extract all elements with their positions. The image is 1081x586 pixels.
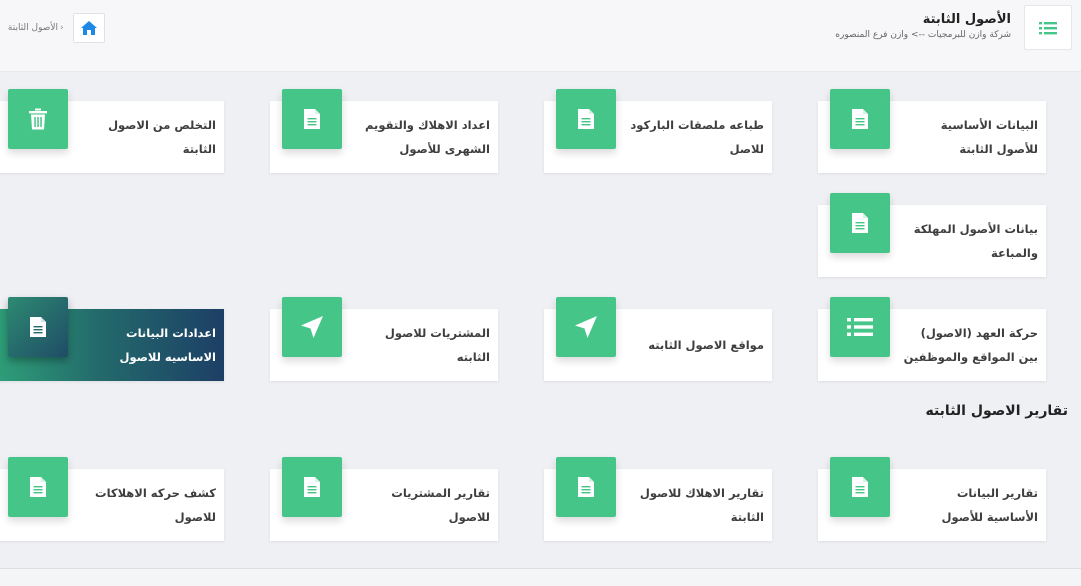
card-custody-movement[interactable]: حركة العهد (الاصول) بين المواقع والموظفي…	[818, 297, 1046, 381]
page-title: الأصول الثابتة	[922, 12, 1011, 27]
card-icon-box	[282, 457, 342, 517]
location-arrow-icon	[575, 316, 597, 338]
card-depreciated-sold-assets[interactable]: بيانات الأصول المهلكة والمباعة	[818, 193, 1046, 277]
breadcrumb-current: الأصول الثابتة	[7, 23, 58, 33]
card-icon-box	[556, 457, 616, 517]
card-label: التخلص من الاصول الثابتة	[108, 118, 216, 156]
document-icon	[578, 477, 594, 497]
card-label: البيانات الأساسية للأصول الثابتة	[940, 118, 1038, 156]
reports-section-title: تقارير الاصول الثابته	[925, 403, 1068, 419]
card-label: اعداد الاهلاك والتقويم الشهرى للأصول	[365, 118, 490, 156]
document-icon	[852, 109, 868, 129]
home-icon	[81, 21, 97, 35]
card-report-depreciation[interactable]: تقارير الاهلاك للاصول الثابتة	[544, 457, 772, 541]
list-icon	[1039, 21, 1057, 34]
card-icon-box	[8, 89, 68, 149]
trash-icon	[29, 108, 47, 130]
card-label: تقارير المشتريات للاصول	[391, 486, 490, 524]
card-icon-box	[830, 89, 890, 149]
card-icon-box	[830, 193, 890, 253]
card-label: حركة العهد (الاصول) بين المواقع والموظفي…	[903, 326, 1038, 364]
card-depreciation-setup[interactable]: اعداد الاهلاك والتقويم الشهرى للأصول	[270, 89, 498, 173]
card-asset-purchases[interactable]: المشتريات للاصول الثابته	[270, 297, 498, 381]
page-header: الأصول الثابتة شركة وازن للبرمجيات --> و…	[0, 0, 1081, 72]
card-icon-box	[556, 297, 616, 357]
page-subtitle: شركة وازن للبرمجيات --> وازن فرع المنصور…	[835, 30, 1011, 40]
home-button[interactable]	[73, 13, 105, 43]
breadcrumb-separator: ›	[60, 23, 64, 33]
menu-toggle-button[interactable]	[1024, 5, 1072, 50]
document-icon	[852, 477, 868, 497]
card-label: بيانات الأصول المهلكة والمباعة	[913, 222, 1038, 260]
card-label: مواقع الاصول الثابته	[648, 338, 764, 352]
card-icon-box	[282, 297, 342, 357]
card-asset-locations[interactable]: مواقع الاصول الثابته	[544, 297, 772, 381]
card-print-barcode-labels[interactable]: طباعه ملصقات الباركود للاصل	[544, 89, 772, 173]
card-basic-data-settings[interactable]: اعدادات البيانات الاساسيه للاصول	[0, 297, 224, 381]
card-label: المشتريات للاصول الثابته	[384, 326, 490, 364]
list-icon	[847, 318, 873, 336]
document-icon	[852, 213, 868, 233]
document-icon	[578, 109, 594, 129]
location-arrow-icon	[301, 316, 323, 338]
document-icon	[304, 109, 320, 129]
card-report-depreciation-movement[interactable]: كشف حركه الاهلاكات للاصول	[0, 457, 224, 541]
card-label: كشف حركه الاهلاكات للاصول	[95, 486, 216, 524]
card-report-purchases[interactable]: تقارير المشتريات للاصول	[270, 457, 498, 541]
card-icon-box	[556, 89, 616, 149]
card-icon-box	[282, 89, 342, 149]
document-icon	[304, 477, 320, 497]
card-label: اعدادات البيانات الاساسيه للاصول	[119, 326, 216, 364]
card-label: تقارير البيانات الأساسية للأصول	[941, 486, 1038, 524]
card-icon-box	[8, 457, 68, 517]
card-label: تقارير الاهلاك للاصول الثابتة	[639, 486, 764, 524]
document-icon	[30, 317, 46, 337]
card-icon-box	[830, 297, 890, 357]
card-icon-box	[8, 297, 68, 357]
card-icon-box	[830, 457, 890, 517]
card-dispose-assets[interactable]: التخلص من الاصول الثابتة	[0, 89, 224, 173]
card-fixed-assets-basic-data[interactable]: البيانات الأساسية للأصول الثابتة	[818, 89, 1046, 173]
card-report-basic-data[interactable]: تقارير البيانات الأساسية للأصول	[818, 457, 1046, 541]
card-label: طباعه ملصقات الباركود للاصل	[630, 118, 764, 156]
document-icon	[30, 477, 46, 497]
footer-bar	[0, 568, 1081, 586]
